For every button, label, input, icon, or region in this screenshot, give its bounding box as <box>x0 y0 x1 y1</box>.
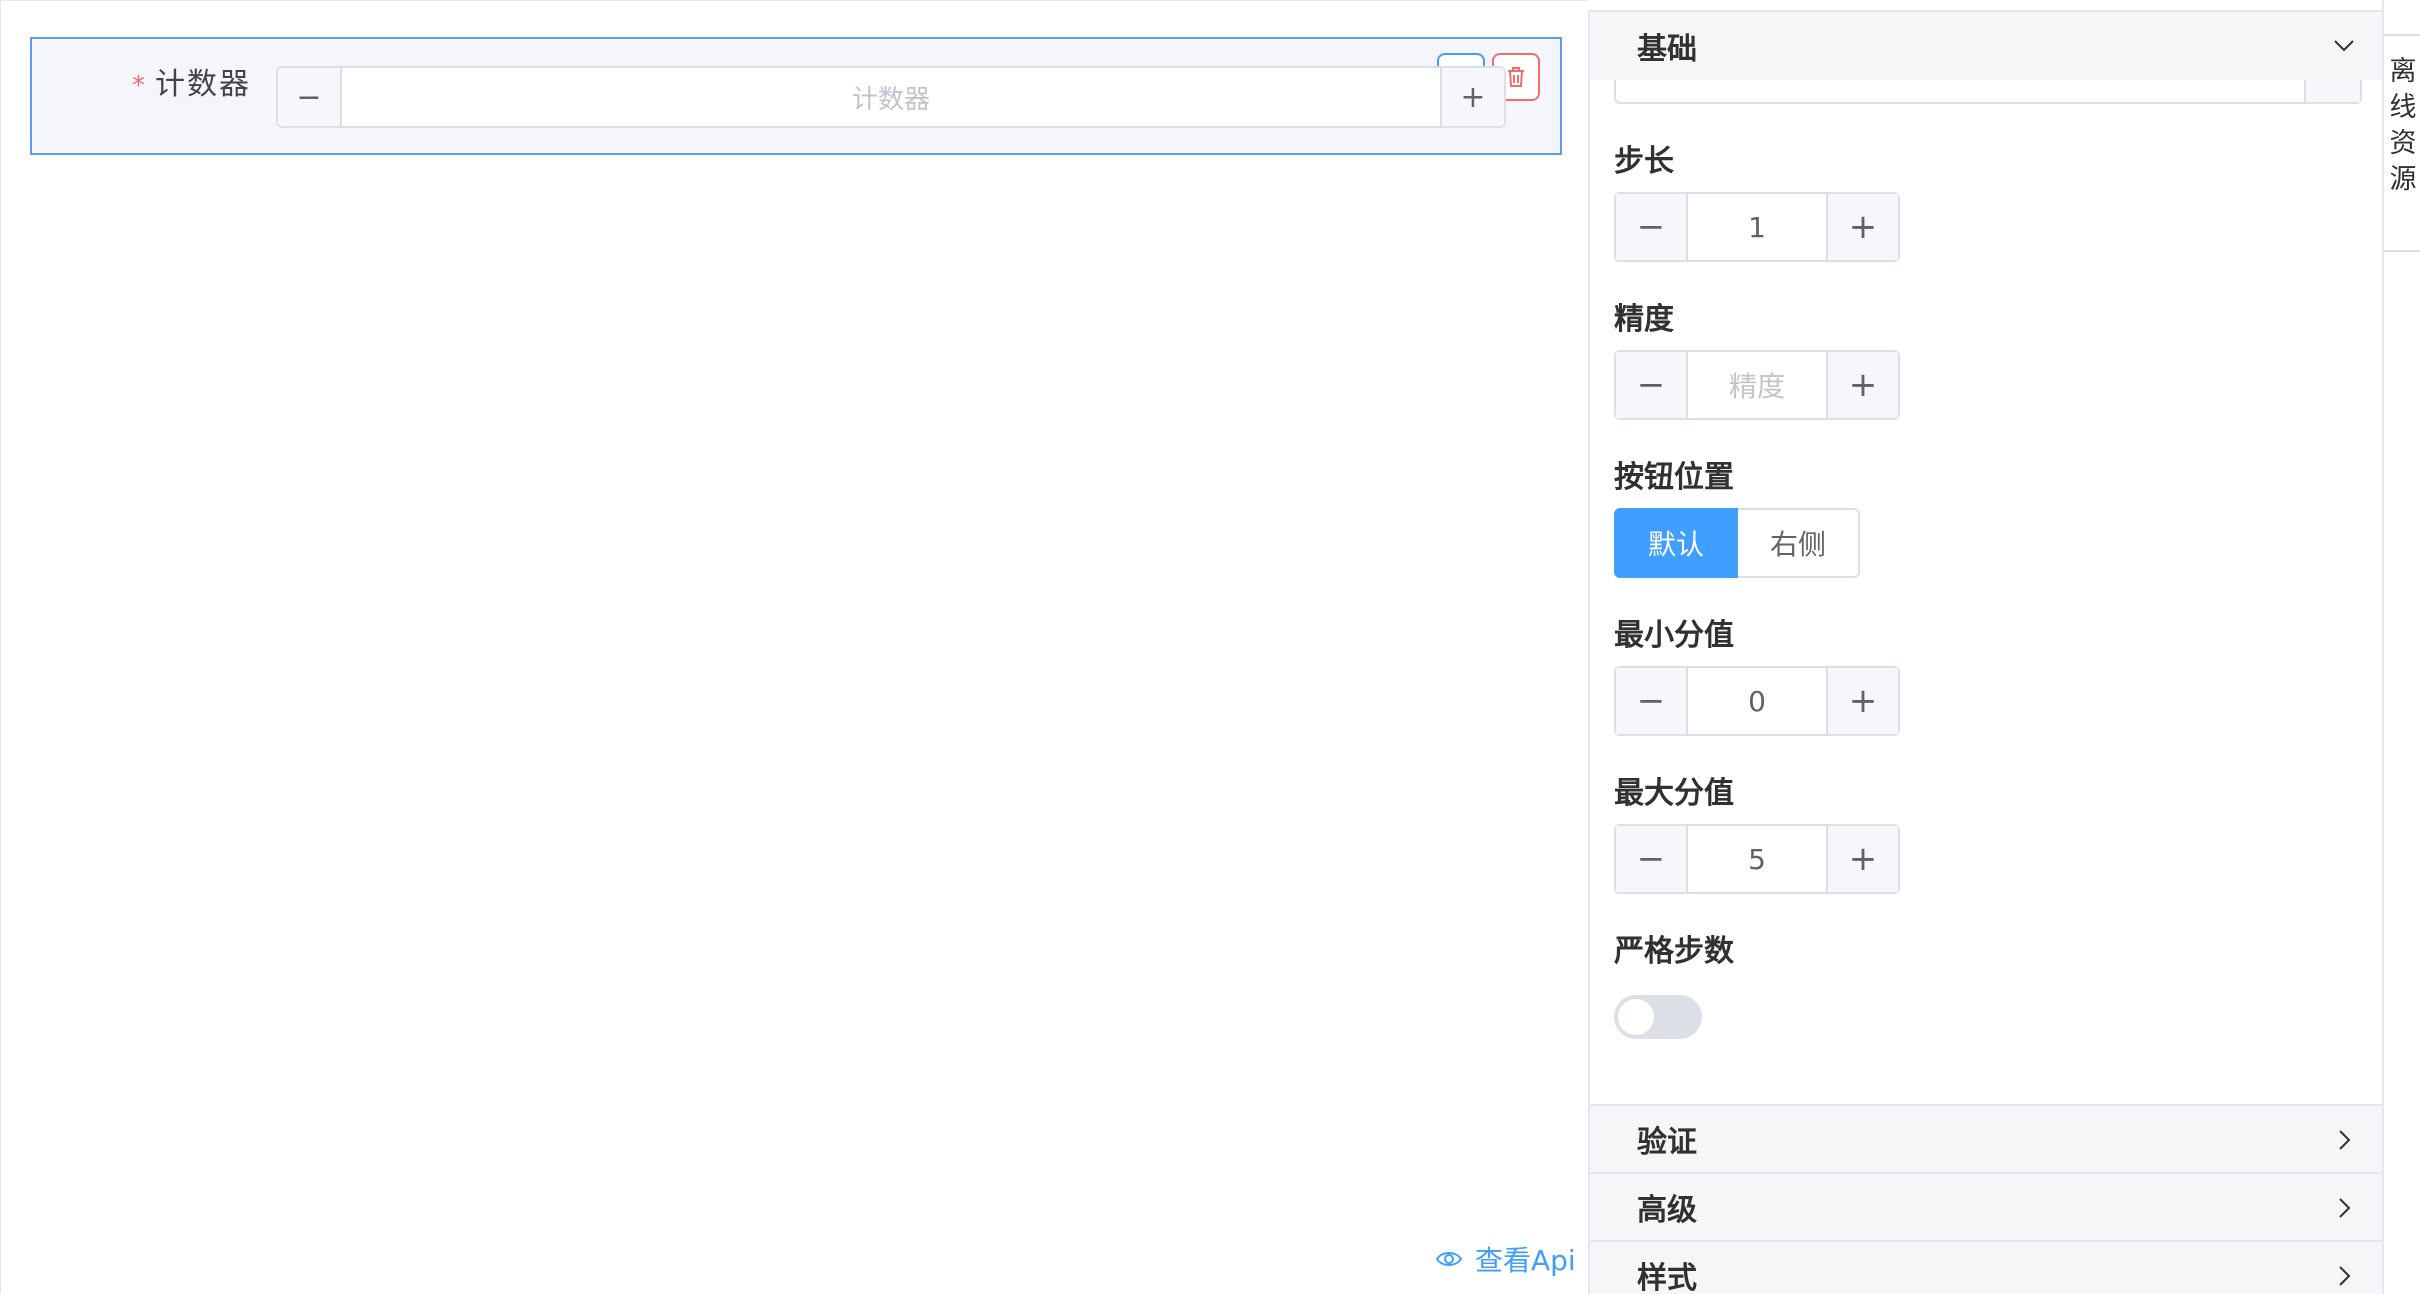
max-decrease-button[interactable]: − <box>1616 826 1688 892</box>
section-validate-header[interactable]: 验证 <box>1590 1104 2382 1172</box>
chevron-down-icon <box>2334 40 2354 52</box>
min-value-label: 最小分值 <box>1614 618 1734 653</box>
section-basic-header[interactable]: 基础 <box>1590 12 2382 80</box>
trash-icon <box>1508 67 1524 87</box>
radio-right[interactable]: 右侧 <box>1738 508 1861 578</box>
precision-increase-button[interactable]: + <box>1826 352 1898 418</box>
counter-input[interactable]: − 计数器 + <box>276 66 1506 128</box>
form-canvas: * 计数器 − 计数器 + 查看Api <box>0 0 1588 1294</box>
selected-form-item[interactable]: * 计数器 − 计数器 + <box>30 37 1562 155</box>
radio-default[interactable]: 默认 <box>1614 508 1739 578</box>
precision-decrease-button[interactable]: − <box>1616 352 1688 418</box>
counter-field-label: * 计数器 <box>132 65 251 105</box>
chevron-right-icon <box>2339 1198 2351 1218</box>
button-position-label: 按钮位置 <box>1614 460 1734 495</box>
view-api-label: 查看Api <box>1475 1244 1576 1277</box>
section-validate-title: 验证 <box>1637 1125 1697 1160</box>
step-stepper[interactable]: − 1 + <box>1614 192 1900 262</box>
offline-resources-char-1: 离 <box>2389 56 2417 87</box>
precision-label: 精度 <box>1614 302 1674 337</box>
section-style-title: 样式 <box>1637 1261 1697 1294</box>
min-decrease-button[interactable]: − <box>1616 668 1688 734</box>
chevron-right-icon <box>2339 1266 2351 1286</box>
toggle-knob <box>1618 999 1654 1035</box>
section-basic-title: 基础 <box>1637 32 1697 67</box>
section-advanced-title: 高级 <box>1637 1193 1697 1228</box>
view-api-link[interactable]: 查看Api <box>1435 1239 1576 1279</box>
max-value-label: 最大分值 <box>1614 776 1734 811</box>
step-value[interactable]: 1 <box>1688 194 1826 260</box>
strict-step-toggle[interactable] <box>1614 995 1702 1039</box>
chevron-right-icon <box>2339 1130 2351 1150</box>
eye-icon <box>1435 1252 1463 1266</box>
button-position-radio-group: 默认 右侧 <box>1614 508 1861 578</box>
step-label: 步长 <box>1614 144 1674 179</box>
offline-resources-tab[interactable]: 离 线 资 源 <box>2384 34 2420 252</box>
max-value[interactable]: 5 <box>1688 826 1826 892</box>
counter-label-text: 计数器 <box>155 67 251 102</box>
step-increase-button[interactable]: + <box>1826 194 1898 260</box>
property-panel: 基础 步长 − 1 + 精度 − 精度 + 按钮位置 默认 右侧 最小分值 − … <box>1588 10 2382 1294</box>
max-increase-button[interactable]: + <box>1826 826 1898 892</box>
required-mark: * <box>132 71 147 101</box>
offline-resources-char-2: 线 <box>2389 92 2417 123</box>
precision-value[interactable]: 精度 <box>1688 352 1826 418</box>
offline-resources-char-4: 源 <box>2389 164 2417 195</box>
counter-decrease-button[interactable]: − <box>278 68 342 126</box>
offline-resources-char-3: 资 <box>2389 128 2417 159</box>
counter-value-field[interactable]: 计数器 <box>342 68 1440 126</box>
step-decrease-button[interactable]: − <box>1616 194 1688 260</box>
counter-increase-button[interactable]: + <box>1440 68 1504 126</box>
min-increase-button[interactable]: + <box>1826 668 1898 734</box>
strict-step-label: 严格步数 <box>1614 934 1734 969</box>
right-sidebar: 离 线 资 源 <box>2382 0 2420 1294</box>
section-style-header[interactable]: 样式 <box>1590 1240 2382 1294</box>
precision-stepper[interactable]: − 精度 + <box>1614 350 1900 420</box>
min-value-stepper[interactable]: − 0 + <box>1614 666 1900 736</box>
min-value[interactable]: 0 <box>1688 668 1826 734</box>
max-value-stepper[interactable]: − 5 + <box>1614 824 1900 894</box>
section-advanced-header[interactable]: 高级 <box>1590 1172 2382 1240</box>
